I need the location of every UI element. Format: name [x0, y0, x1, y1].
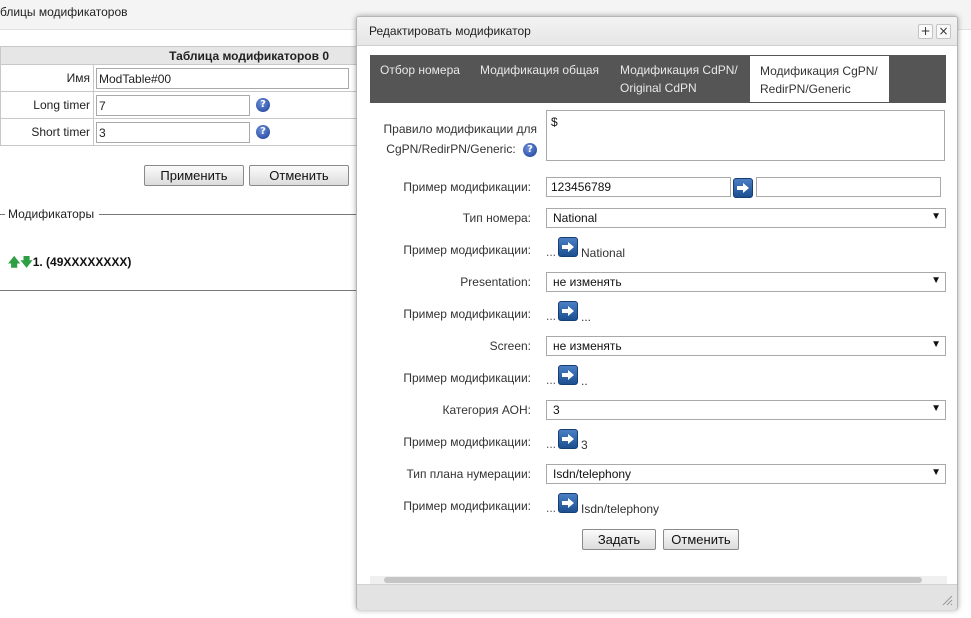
edit-modifier-dialog: Редактировать модификатор + × Отбор номе… [356, 16, 958, 610]
arrow-right-icon[interactable] [558, 365, 578, 385]
tab-cdpn-modification[interactable]: Модификация CdPN/ Original CdPN [610, 55, 750, 103]
presentation-example: ... [581, 310, 592, 324]
example-output [756, 177, 941, 197]
aon-category-label: Категория АОН: [442, 403, 531, 417]
name-input[interactable] [96, 68, 349, 89]
arrow-up-icon[interactable]: 🡅 [8, 255, 20, 269]
fieldset-border [99, 214, 361, 215]
example-placeholder: ... [546, 437, 557, 451]
example-label: Пример модификации: [403, 180, 531, 194]
tab-cgpn-modification[interactable]: Модификация CgPN/ RedirPN/Generic [750, 56, 889, 102]
modifiers-legend: Модификаторы [8, 207, 95, 221]
dialog-titlebar[interactable]: Редактировать модификатор + × [357, 17, 957, 46]
chevron-down-icon: ▼ [931, 275, 941, 286]
plus-icon[interactable]: + [918, 24, 933, 39]
dialog-cancel-button[interactable]: Отменить [663, 529, 739, 550]
number-type-example: National [581, 246, 626, 260]
numbering-plan-example: Isdn/telephony [581, 502, 660, 516]
page-title: блицы модификаторов [0, 5, 128, 19]
resize-grip-icon[interactable] [941, 594, 953, 606]
table-header: Таблица модификаторов 0 [0, 46, 360, 65]
chevron-down-icon: ▼ [931, 467, 941, 478]
aon-category-select[interactable]: 3 ▼ [546, 400, 946, 420]
number-type-label: Тип номера: [462, 211, 531, 225]
name-label: Имя [0, 64, 94, 92]
numbering-plan-select[interactable]: Isdn/telephony ▼ [546, 464, 946, 484]
example-label: Пример модификации: [403, 243, 531, 257]
example-label: Пример модификации: [403, 307, 531, 321]
chevron-down-icon: ▼ [931, 339, 941, 350]
cancel-button[interactable]: Отменить [249, 165, 349, 186]
example-input[interactable]: 123456789 [546, 177, 731, 197]
example-placeholder: ... [546, 373, 557, 387]
help-icon[interactable]: ? [256, 125, 270, 139]
arrow-down-icon[interactable]: 🡇 [20, 255, 32, 269]
arrow-right-icon[interactable] [558, 493, 578, 513]
short-timer-input[interactable] [96, 122, 250, 143]
arrow-right-icon[interactable] [558, 301, 578, 321]
modifier-list-item[interactable]: 🡅🡇1. (49XXXXXXXX) [8, 253, 131, 274]
screen-select[interactable]: не изменять ▼ [546, 336, 946, 356]
screen-example: .. [581, 374, 588, 388]
apply-button[interactable]: Применить [144, 165, 244, 186]
help-icon[interactable]: ? [523, 142, 537, 157]
help-icon[interactable]: ? [256, 98, 270, 112]
tab-bar: Отбор номера Модификация общая Модификац… [370, 55, 946, 103]
fieldset-border [0, 214, 5, 215]
example-label: Пример модификации: [403, 371, 531, 385]
example-label: Пример модификации: [403, 435, 531, 449]
example-placeholder: ... [546, 309, 557, 323]
close-icon[interactable]: × [936, 24, 951, 39]
aon-category-example: 3 [581, 438, 588, 452]
dialog-footer [357, 584, 957, 610]
set-button[interactable]: Задать [582, 529, 656, 550]
long-timer-input[interactable] [96, 95, 250, 116]
dialog-title: Редактировать модификатор [369, 24, 531, 38]
modifier-pattern[interactable]: (49XXXXXXXX) [46, 255, 131, 269]
rule-textarea[interactable]: $ [546, 110, 945, 161]
chevron-down-icon: ▼ [931, 211, 941, 222]
chevron-down-icon: ▼ [931, 403, 941, 414]
rule-label: Правило модификации для CgPN/RedirPN/Gen… [383, 122, 537, 157]
short-timer-label: Short timer [0, 118, 94, 146]
arrow-right-icon[interactable] [558, 237, 578, 257]
numbering-plan-label: Тип плана нумерации: [406, 467, 531, 481]
arrow-right-icon[interactable] [733, 178, 753, 198]
tab-general-modification[interactable]: Модификация общая [470, 55, 610, 103]
number-type-select[interactable]: National ▼ [546, 208, 946, 228]
example-label: Пример модификации: [403, 499, 531, 513]
example-placeholder: ... [546, 501, 557, 515]
fieldset-border [0, 290, 360, 291]
scrollbar-thumb[interactable] [384, 577, 922, 583]
horizontal-scrollbar[interactable] [370, 576, 947, 584]
modifier-table: Таблица модификаторов 0 Имя Long timer ?… [0, 46, 360, 146]
presentation-select[interactable]: не изменять ▼ [546, 272, 946, 292]
presentation-label: Presentation: [460, 275, 531, 289]
arrow-right-icon[interactable] [558, 429, 578, 449]
example-placeholder: ... [546, 245, 557, 259]
long-timer-label: Long timer [0, 91, 94, 119]
modifier-index: 1. [32, 255, 43, 269]
tab-number-selection[interactable]: Отбор номера [370, 55, 470, 103]
screen-label: Screen: [489, 339, 531, 353]
